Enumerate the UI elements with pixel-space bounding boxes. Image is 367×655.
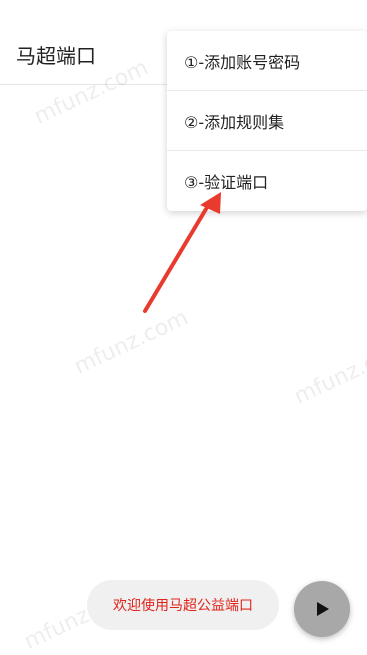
toast-message: 欢迎使用马超公益端口 — [87, 580, 279, 630]
play-icon — [317, 602, 329, 616]
pointer-arrow-icon — [143, 192, 221, 313]
play-button[interactable] — [294, 581, 350, 637]
toast-text: 欢迎使用马超公益端口 — [113, 598, 253, 614]
